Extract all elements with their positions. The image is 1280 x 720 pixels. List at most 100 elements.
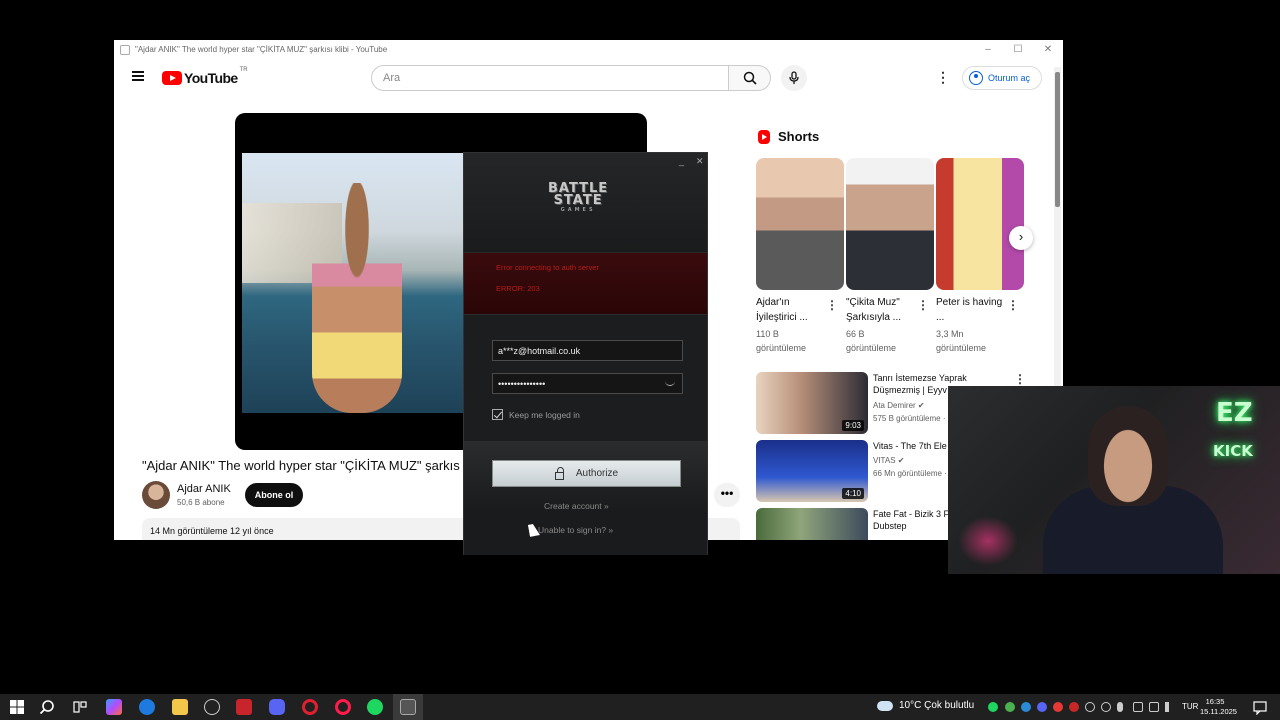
shorts-next-button[interactable]: › <box>1009 226 1033 250</box>
search-input[interactable]: Ara <box>371 65 729 91</box>
video-frame <box>242 153 482 413</box>
short-title[interactable]: Peter is having ... <box>936 295 1006 325</box>
windows-start-icon[interactable] <box>9 699 25 715</box>
obs-icon[interactable] <box>204 699 220 715</box>
channel-name[interactable]: Ajdar ANIK <box>177 483 231 495</box>
discord-icon[interactable] <box>269 699 285 715</box>
checkbox-checked-icon[interactable] <box>492 409 503 420</box>
microphone-icon[interactable] <box>1117 702 1123 712</box>
network-icon[interactable] <box>1149 702 1159 712</box>
authorize-button[interactable]: Authorize <box>492 460 681 487</box>
password-value: ••••••••••••••• <box>498 378 546 389</box>
related-menu-icon[interactable]: ⋮ <box>1014 372 1026 386</box>
window-title: "Ajdar ANIK" The world hyper star "ÇİKİT… <box>135 45 388 54</box>
search-icon[interactable] <box>39 699 55 715</box>
file-explorer-icon[interactable] <box>172 699 188 715</box>
spotify-icon[interactable] <box>367 699 383 715</box>
clock[interactable]: 16:35 15.11.2025 <box>1200 697 1237 717</box>
launcher-minimize-button[interactable]: _ <box>679 156 684 166</box>
signin-button[interactable]: Oturum aç <box>962 66 1042 90</box>
short-menu-icon[interactable]: ⋮ <box>1007 298 1019 312</box>
related-thumbnail[interactable] <box>756 508 868 540</box>
related-channel[interactable]: Ata Demirer ✔ <box>873 400 925 412</box>
short-title[interactable]: "Çikita Muz" Şarkısıyla ... <box>846 295 916 325</box>
email-field[interactable]: a***z@hotmail.co.uk <box>492 340 683 361</box>
tray-app-icon[interactable] <box>1085 702 1095 712</box>
create-account-link[interactable]: Create account » <box>544 501 609 511</box>
short-menu-icon[interactable]: ⋮ <box>917 298 929 312</box>
tray-app-icon[interactable] <box>1133 702 1143 712</box>
unable-signin-link[interactable]: Unable to sign in? » <box>538 525 613 535</box>
discord-tray-icon[interactable] <box>1037 702 1047 712</box>
more-actions-button[interactable]: ••• <box>714 483 740 507</box>
youtube-header: YouTube TR Ara ⋮ Oturum aç <box>114 59 1063 99</box>
keep-logged-in-label: Keep me logged in <box>509 409 580 420</box>
related-thumbnail[interactable]: 9:03 <box>756 372 868 434</box>
show-password-icon[interactable] <box>665 380 675 386</box>
short-thumbnail[interactable] <box>756 158 844 290</box>
error-message: Error connecting to auth server <box>496 263 599 272</box>
description-meta: 14 Mn görüntüleme 12 yıl önce <box>150 526 274 536</box>
notification-icon[interactable] <box>1252 699 1268 715</box>
copilot-icon[interactable] <box>106 699 122 715</box>
battlestate-logo: BATTLE STATE GAMES <box>548 181 609 213</box>
tray-app-icon[interactable] <box>1053 702 1063 712</box>
channel-avatar[interactable] <box>142 481 170 509</box>
youtube-play-icon <box>162 71 182 85</box>
opera-icon[interactable] <box>302 699 318 715</box>
language-indicator[interactable]: TUR <box>1182 702 1198 711</box>
short-views: 3,3 Mn görüntüleme <box>936 329 987 353</box>
maximize-button[interactable]: ☐ <box>1003 44 1033 55</box>
tray-app-icon[interactable] <box>1101 702 1111 712</box>
rgb-light <box>958 516 1018 566</box>
video-duration: 4:10 <box>842 488 864 499</box>
scrollbar-thumb[interactable] <box>1055 72 1060 207</box>
launcher-actions: Authorize Create account » Unable to sig… <box>464 441 707 555</box>
close-button[interactable]: ✕ <box>1033 44 1063 55</box>
related-thumbnail[interactable]: 4:10 <box>756 440 868 502</box>
video-duration: 9:03 <box>842 420 864 431</box>
error-code: ERROR: 203 <box>496 284 540 293</box>
launcher-close-button[interactable]: ✕ <box>696 156 704 167</box>
youtube-logo[interactable]: YouTube TR <box>162 67 248 86</box>
neon-sign-bottom: KICK <box>1213 442 1253 460</box>
edge-icon[interactable] <box>139 699 155 715</box>
voicemod-icon[interactable] <box>236 699 252 715</box>
desktop: "Ajdar ANIK" The world hyper star "ÇİKİT… <box>0 0 1280 720</box>
bsg-launcher-icon[interactable] <box>400 699 416 715</box>
settings-kebab-icon[interactable]: ⋮ <box>936 69 950 86</box>
cloud-icon <box>877 696 893 711</box>
short-title[interactable]: Ajdar'ın İyileştirici ... <box>756 295 826 325</box>
spotify-tray-icon[interactable] <box>988 702 998 712</box>
microphone-icon <box>789 71 799 84</box>
steam-tray-icon[interactable] <box>1021 702 1031 712</box>
clock-time: 16:35 <box>1205 697 1225 706</box>
short-views: 110 Bgörüntüleme <box>756 329 807 353</box>
subscribe-button[interactable]: Abone ol <box>245 483 303 507</box>
related-channel[interactable]: VITAS ✔ <box>873 455 904 467</box>
keep-logged-in-checkbox[interactable]: Keep me logged in <box>492 409 580 420</box>
search-button[interactable] <box>729 65 771 91</box>
short-thumbnail[interactable] <box>936 158 1024 290</box>
short-menu-icon[interactable]: ⋮ <box>826 298 838 312</box>
authorize-label: Authorize <box>575 468 619 479</box>
shorts-heading: Shorts <box>758 129 819 144</box>
password-field[interactable]: ••••••••••••••• <box>492 373 683 394</box>
volume-icon[interactable] <box>1165 702 1175 712</box>
opera-gx-icon[interactable] <box>335 699 351 715</box>
minimize-button[interactable]: – <box>973 44 1003 55</box>
related-meta: 575 B görüntüleme · <box>873 414 946 423</box>
task-view-icon[interactable] <box>72 699 88 715</box>
tray-app-icon[interactable] <box>1005 702 1015 712</box>
streamer-face <box>1088 406 1168 506</box>
tray-app-icon[interactable] <box>1069 702 1079 712</box>
short-thumbnail[interactable] <box>846 158 934 290</box>
youtube-wordmark: YouTube <box>184 70 238 86</box>
short-views: 66 Bgörüntüleme <box>846 329 897 353</box>
menu-icon[interactable] <box>132 71 144 81</box>
launcher-window: _ ✕ BATTLE STATE GAMES Error connecting … <box>463 152 708 555</box>
launcher-header: _ ✕ BATTLE STATE GAMES <box>464 153 707 253</box>
weather-widget[interactable]: 10°C Çok bulutlu <box>877 696 974 711</box>
clock-date: 15.11.2025 <box>1200 707 1237 716</box>
voice-search-button[interactable] <box>781 65 807 91</box>
